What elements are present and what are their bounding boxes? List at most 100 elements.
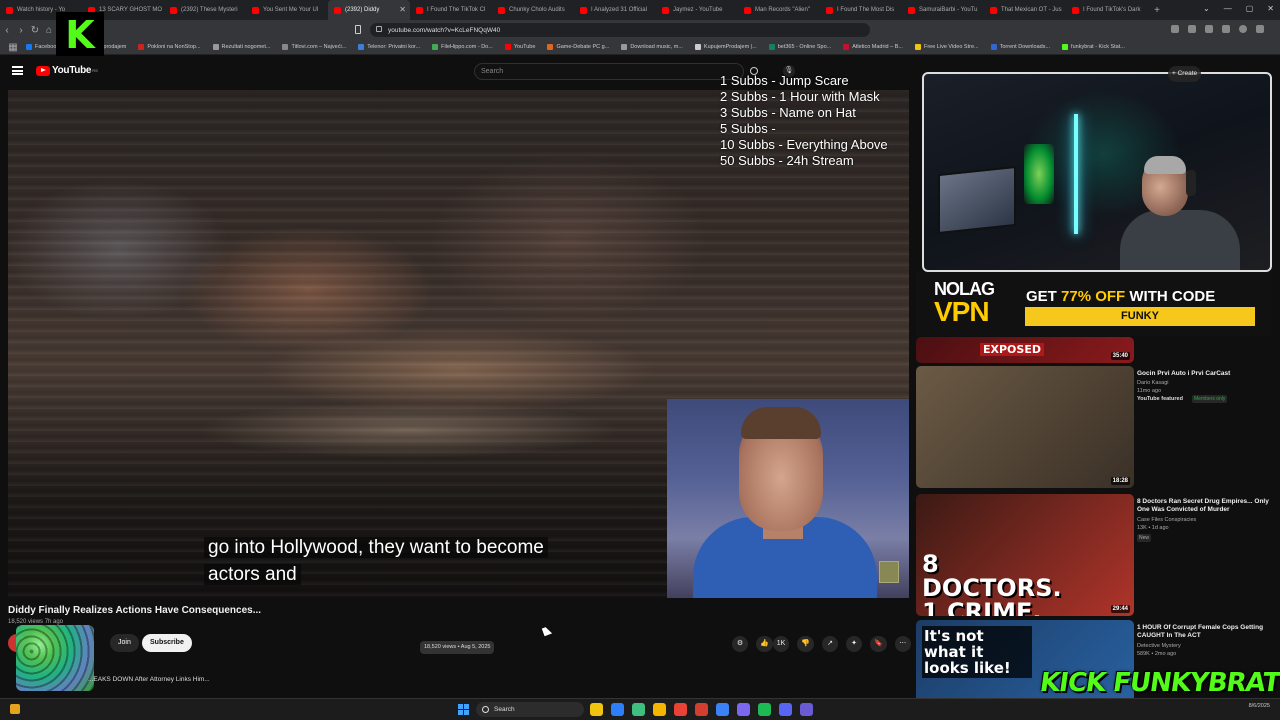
more-icon[interactable]: ⋯ xyxy=(894,636,911,652)
related-video[interactable]: EXPOSED 35:40 xyxy=(916,337,1280,363)
forward-icon[interactable]: › xyxy=(14,25,28,36)
bookmark-favicon-icon xyxy=(282,44,289,50)
kick-channel-brand: KICK FUNKYBRAT xyxy=(1037,668,1280,698)
taskbar-app-icon[interactable] xyxy=(716,703,729,716)
dislike-icon[interactable]: 👎 xyxy=(797,636,814,652)
subscribe-button[interactable]: Subscribe xyxy=(142,634,192,652)
bookmark-item[interactable]: Pokloni na NonStop... xyxy=(138,44,201,50)
browser-tab[interactable]: (2392) These Mysteri xyxy=(164,0,246,20)
taskbar-app-icon[interactable] xyxy=(695,703,708,716)
save-icon[interactable]: 🔖 xyxy=(870,636,887,652)
start-button[interactable] xyxy=(458,704,469,715)
maximize-icon[interactable]: ▢ xyxy=(1246,4,1254,13)
home-icon[interactable]: ⌂ xyxy=(42,25,56,36)
browser-tab[interactable]: I Found The TikTok Cl xyxy=(410,0,492,20)
profile-icon[interactable] xyxy=(1239,25,1247,33)
sub-goal-item: 3 Subbs - Name on Hat xyxy=(720,105,856,120)
bookmark-favicon-icon xyxy=(504,44,511,50)
bookmark-item[interactable]: Torrent Downloads... xyxy=(990,44,1050,50)
browser-tab[interactable]: SamuraiBarbi - YouTu xyxy=(902,0,984,20)
address-bar[interactable]: youtube.com/watch?v=KcLeFNQqW40 xyxy=(370,23,870,37)
related-video-title: 8 Doctors Ran Secret Drug Empires... Onl… xyxy=(1137,498,1269,513)
close-tab-icon[interactable]: ✕ xyxy=(399,5,406,14)
taskbar-search[interactable]: Search xyxy=(476,702,584,717)
back-icon[interactable]: ‹ xyxy=(0,25,14,36)
youtube-favicon-icon xyxy=(908,6,915,14)
related-channel-name[interactable]: Case Files Conspiracies xyxy=(1137,516,1277,524)
vpn-ad-banner: NOLAG VPN GET 77% OFF WITH CODE FUNKY xyxy=(916,272,1270,336)
bookmark-item[interactable]: Rezultati nogomet... xyxy=(212,44,270,50)
video-thumbnail[interactable]: EXPOSED 35:40 xyxy=(916,337,1134,363)
video-duration: 18:28 xyxy=(1110,477,1130,485)
browser-tab[interactable]: Man Records "Alien" xyxy=(738,0,820,20)
bookmark-item[interactable]: Atletico Madrid – B... xyxy=(843,44,903,50)
menu-icon[interactable] xyxy=(1256,25,1264,33)
bookmark-item[interactable]: Free Live Video Stre... xyxy=(914,44,979,50)
settings-icon[interactable]: ⚙ xyxy=(732,636,748,652)
bookmark-item[interactable]: Facebook xyxy=(26,44,59,50)
browser-tab[interactable]: I Found The Most Dis xyxy=(820,0,902,20)
minimize-icon[interactable]: — xyxy=(1224,4,1232,13)
site-info-icon[interactable] xyxy=(376,26,382,32)
bookmark-label: funkybrat - Kick Stat... xyxy=(1071,44,1125,50)
sub-goal-item: 2 Subbs - 1 Hour with Mask xyxy=(720,89,880,104)
taskbar-app-icon[interactable] xyxy=(611,703,624,716)
next-video-title[interactable]: ...EAKS DOWN After Attorney Links Him... xyxy=(88,676,210,683)
browser-tab[interactable]: Jaymez - YouTube xyxy=(656,0,738,20)
extension-icon[interactable] xyxy=(1205,25,1213,33)
extension-icon[interactable] xyxy=(1171,25,1179,33)
streamer-hair xyxy=(1144,156,1186,174)
bookmark-label: Pokloni na NonStop... xyxy=(147,44,201,50)
extension-icon[interactable] xyxy=(1222,25,1230,33)
tab-search-icon[interactable]: ⌄ xyxy=(1203,4,1210,13)
taskbar-app-icon[interactable] xyxy=(590,703,603,716)
browser-tab[interactable]: That Mexican OT - Jus xyxy=(984,0,1066,20)
vpn-offer-suffix: WITH CODE xyxy=(1129,288,1216,305)
youtube-favicon-icon xyxy=(6,6,13,14)
hamburger-menu-icon[interactable] xyxy=(12,66,23,75)
bookmark-item[interactable]: FileHippo.com - Do... xyxy=(432,44,493,50)
share-icon[interactable]: ↗ xyxy=(822,636,838,652)
apps-grid-icon[interactable]: ▦ xyxy=(6,42,20,53)
browser-tab[interactable]: I Found TikTok's Dark xyxy=(1066,0,1148,20)
like-count[interactable]: 1K xyxy=(772,636,790,652)
search-input[interactable]: Search xyxy=(474,63,744,80)
close-window-icon[interactable]: ✕ xyxy=(1267,4,1274,13)
bookmark-favicon-icon xyxy=(432,44,439,50)
related-channel-name[interactable]: Dario Kasagi xyxy=(1137,379,1277,387)
join-button[interactable]: Join xyxy=(110,634,139,652)
like-icon[interactable]: 👍 xyxy=(756,636,773,652)
weather-icon[interactable] xyxy=(10,704,20,714)
sparkle-icon[interactable]: ✦ xyxy=(846,636,862,652)
taskbar-app-icon[interactable] xyxy=(653,703,666,716)
youtube-play-icon xyxy=(36,65,50,76)
bookmark-item[interactable]: KupujemProdajem |... xyxy=(694,44,757,50)
bookmark-item[interactable]: Titlovi.com – Najveći... xyxy=(282,44,346,50)
bookmark-item[interactable]: funkybrat - Kick Stat... xyxy=(1062,44,1125,50)
video-thumbnail[interactable]: 18:28 xyxy=(916,366,1134,488)
bookmark-item[interactable]: Download music, m... xyxy=(621,44,683,50)
browser-tab[interactable]: I Analyzed 31 Official xyxy=(574,0,656,20)
youtube-logo[interactable]: YouTube RS xyxy=(36,65,98,76)
browser-tab[interactable]: You Sent Me Your Ul xyxy=(246,0,328,20)
taskbar-app-icon[interactable] xyxy=(737,703,750,716)
video-thumbnail[interactable]: 8 DOCTORS. 1 CRIME. 29:44 xyxy=(916,494,1134,616)
reload-icon[interactable]: ↻ xyxy=(28,25,42,36)
new-tab-button[interactable]: + xyxy=(1148,5,1166,16)
browser-tab[interactable]: Chunky Cholo Audits xyxy=(492,0,574,20)
bookmark-item[interactable]: YouTube xyxy=(504,44,535,50)
related-channel-name[interactable]: Detective Mystery xyxy=(1137,642,1277,650)
bookmark-page-icon[interactable] xyxy=(355,25,361,34)
taskbar-app-icon[interactable] xyxy=(758,703,771,716)
taskbar-app-icon[interactable] xyxy=(800,703,813,716)
extension-icon[interactable] xyxy=(1188,25,1196,33)
taskbar-app-icon[interactable] xyxy=(779,703,792,716)
create-button[interactable]: + Create xyxy=(1168,66,1202,82)
bookmark-item[interactable]: bet365 - Online Spo... xyxy=(768,44,831,50)
taskbar-app-icon[interactable] xyxy=(674,703,687,716)
taskbar-app-icon[interactable] xyxy=(632,703,645,716)
bookmark-item[interactable]: Telenor: Privatni kor... xyxy=(358,44,420,50)
bookmark-item[interactable]: Game-Debate PC g... xyxy=(547,44,609,50)
browser-tab[interactable]: (2392) Diddy ✕ xyxy=(328,0,410,20)
youtube-favicon-icon xyxy=(580,6,587,14)
